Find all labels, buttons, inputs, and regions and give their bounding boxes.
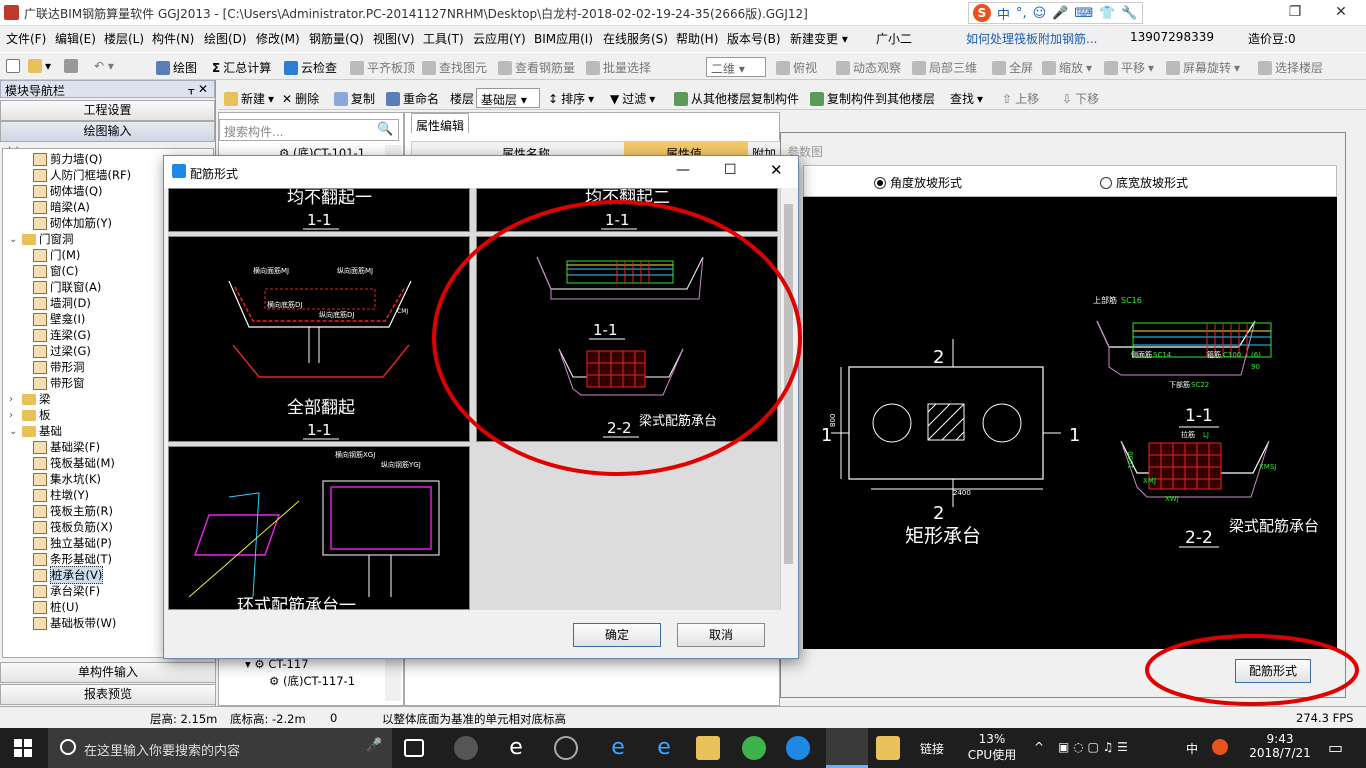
notes-icon[interactable]: [876, 736, 900, 760]
windows-taskbar: 在这里输入你要搜索的内容 🎤 e e e 链接 13% CPU使用 ^ ▣ ◌ …: [0, 728, 1366, 768]
sogou-tray-icon[interactable]: [1212, 739, 1228, 755]
app-icon-g[interactable]: [786, 736, 810, 760]
ie-blue-icon[interactable]: e: [652, 736, 676, 760]
tray-icons[interactable]: ▣ ◌ ▢ ♫ ☰: [1058, 740, 1128, 754]
cpu-label: CPU使用: [967, 748, 1017, 762]
cortana-icon: [60, 739, 76, 755]
notification-icon[interactable]: ▭: [1328, 738, 1343, 757]
app-icon-swirl[interactable]: [554, 736, 578, 760]
taskbar-search-text: 在这里输入你要搜索的内容: [84, 744, 241, 759]
browser-360-icon[interactable]: [742, 736, 766, 760]
ime-lang-tray[interactable]: 中: [1186, 740, 1198, 757]
edge-icon[interactable]: e: [606, 736, 630, 760]
tray-chevron-icon[interactable]: ^: [1034, 740, 1044, 754]
app-window: 广联达BIM钢筋算量软件 GGJ2013 - [C:\Users\Adminis…: [0, 0, 1366, 768]
taskbar-search[interactable]: 在这里输入你要搜索的内容 🎤: [48, 728, 392, 768]
ggj-app-taskbar[interactable]: [826, 728, 868, 768]
annotation-ellipse-button: [1145, 634, 1359, 706]
microphone-icon[interactable]: 🎤: [366, 738, 382, 753]
explorer-icon[interactable]: [696, 736, 720, 760]
clock[interactable]: 9:43 2018/7/21: [1240, 732, 1320, 760]
annotation-overlay: [432, 200, 1359, 706]
app-icon-fan[interactable]: [454, 736, 478, 760]
clock-date: 2018/7/21: [1249, 746, 1311, 760]
tray-link[interactable]: 链接: [920, 740, 944, 757]
task-view-icon[interactable]: [404, 739, 424, 757]
annotation-ellipse-beam-cap: [432, 200, 802, 476]
cpu-usage[interactable]: 13% CPU使用: [966, 732, 1018, 763]
cpu-pct: 13%: [978, 732, 1006, 746]
ie-icon[interactable]: e: [504, 736, 528, 760]
windows-start-icon[interactable]: [14, 739, 32, 757]
clock-time: 9:43: [1266, 732, 1294, 746]
